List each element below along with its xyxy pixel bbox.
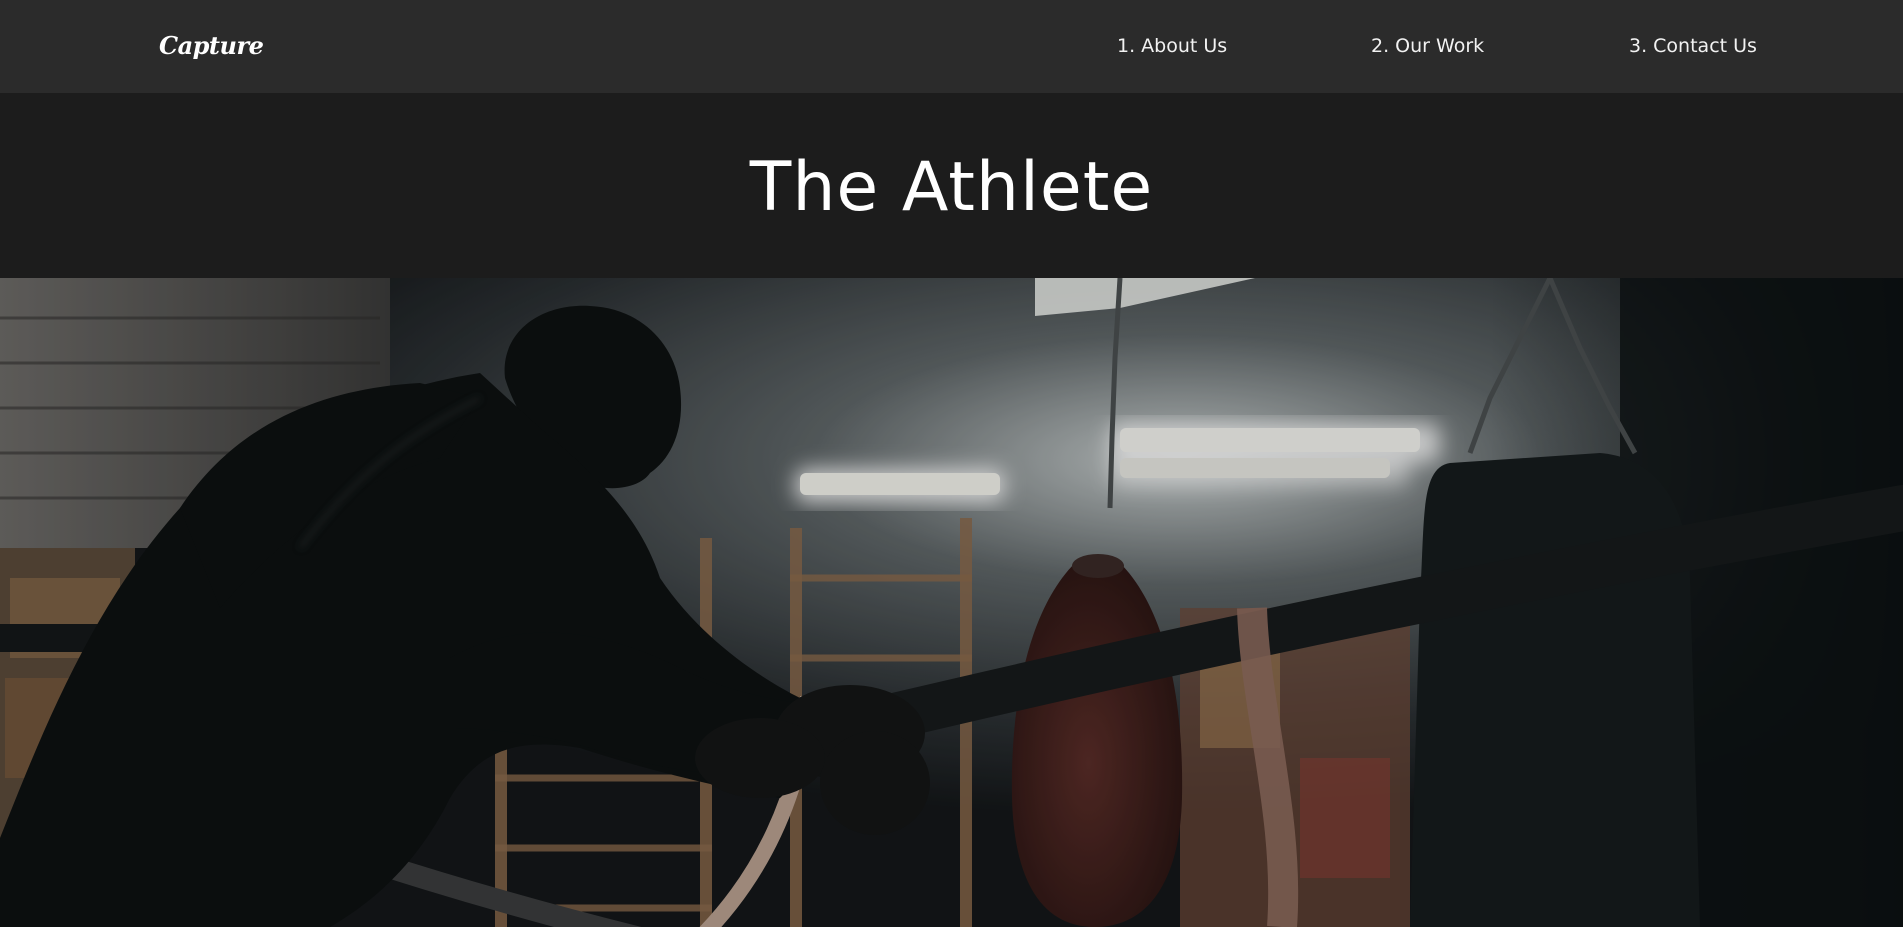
nav-link-our-work[interactable]: 2. Our Work [1371,34,1484,58]
nav-link-contact-us[interactable]: 3. Contact Us [1629,34,1757,58]
boxing-gym-photo [0,278,1903,927]
nav-link-about-us[interactable]: 1. About Us [1117,34,1227,58]
top-navigation-bar: Capture 1. About Us 2. Our Work 3. Conta… [0,0,1903,93]
page-title: The Athlete [749,148,1154,227]
hero-image [0,278,1903,927]
page-title-section: The Athlete [0,93,1903,278]
site-logo[interactable]: Capture [159,31,264,61]
